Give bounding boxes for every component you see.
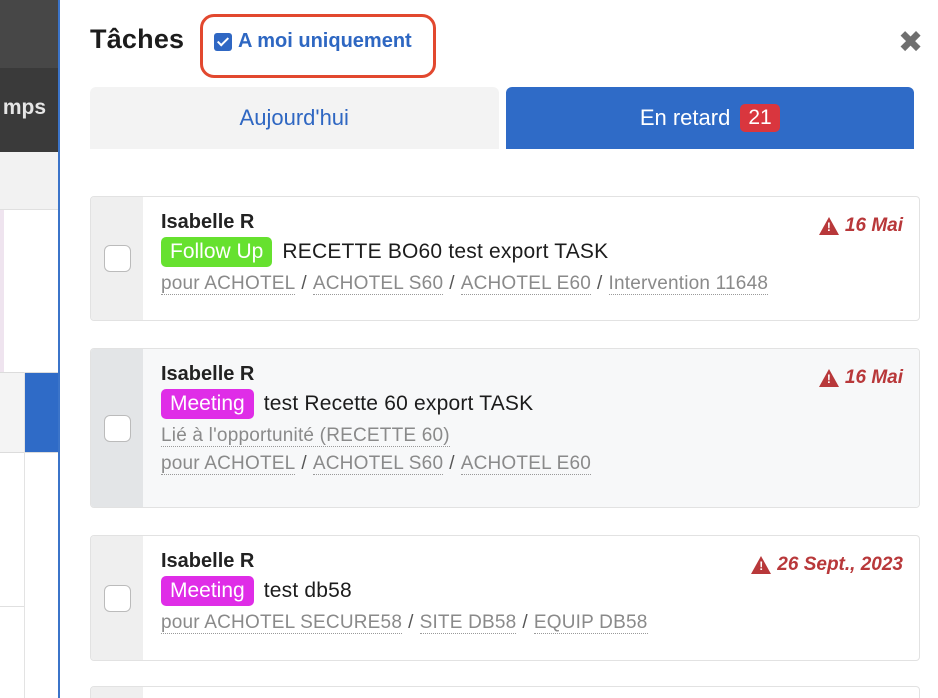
task-type-tag: Meeting <box>161 389 254 419</box>
task-checkbox[interactable] <box>103 414 131 442</box>
tasks-tabs: Aujourd'hui En retard 21 <box>90 87 914 149</box>
panel-title: Tâches <box>90 24 185 54</box>
path-separator: / <box>597 273 603 294</box>
background-navbar[interactable]: mps <box>0 68 60 152</box>
task-path: pour ACHOTEL / ACHOTEL S60/ACHOTEL E60/Int… <box>161 273 903 295</box>
warning-icon <box>818 217 839 235</box>
task-select-area <box>91 197 143 320</box>
path-link[interactable]: ACHOTEL S60 <box>312 273 444 295</box>
path-link[interactable]: pour ACHOTEL SECURE58 <box>161 612 403 634</box>
task-title[interactable]: test db58 <box>264 579 352 603</box>
task-checkbox[interactable] <box>103 245 131 272</box>
background-app: mps <box>0 0 60 698</box>
only-mine-label[interactable]: A moi uniquement <box>238 30 412 53</box>
task-assignee: Isabelle R <box>161 211 255 233</box>
background-nav-label: mps <box>2 96 46 119</box>
task-assignee: Isabelle R <box>161 363 255 385</box>
task-path: pour ACHOTEL SECURE58/SITE DB58/EQUIP DB… <box>161 612 903 634</box>
task-due-date: 26 Sept., 2023 <box>751 554 903 576</box>
close-icon[interactable]: ✖ <box>898 28 923 58</box>
task-select-area <box>91 349 143 507</box>
task-content[interactable]: Isabelle R 16 Mai Follow Up RECETTE BO60… <box>143 197 919 320</box>
background-divider <box>0 452 60 453</box>
task-title[interactable]: test Recette 60 export TASK <box>264 392 534 416</box>
path-separator: / <box>449 453 455 474</box>
task-title-line: Follow Up RECETTE BO60 test export TASK <box>161 237 903 267</box>
path-link[interactable]: pour ACHOTEL <box>161 453 296 475</box>
task-select-area <box>91 687 143 698</box>
task-due-date: 16 Mai <box>818 367 903 389</box>
path-link[interactable]: ACHOTEL S60 <box>312 453 444 475</box>
background-divider <box>0 372 60 373</box>
path-link[interactable]: Intervention 11648 <box>608 273 769 295</box>
path-separator: / <box>522 612 528 633</box>
task-title-line: Meeting test db58 <box>161 576 903 606</box>
path-separator: / <box>449 273 455 294</box>
warning-icon <box>751 556 772 574</box>
task-card: Isabelle R 26 Sept., 2023 Meeting test d… <box>90 535 920 661</box>
task-type-tag: Meeting <box>161 576 254 606</box>
tab-overdue-label: En retard <box>639 105 731 130</box>
task-path: pour ACHOTEL / ACHOTEL S60/ACHOTEL E60 <box>161 453 903 475</box>
overdue-count-badge: 21 <box>740 104 780 132</box>
task-title-line: Meeting test Recette 60 export TASK <box>161 389 903 419</box>
task-due-date: 16 Mai <box>818 215 903 237</box>
tasks-panel: Tâches A moi uniquement ✖ Aujourd'hui En… <box>58 0 938 698</box>
path-separator: / <box>301 453 307 474</box>
task-card: Isabelle R 16 Mai Follow Up RECETTE BO60… <box>90 196 920 321</box>
opportunity-link[interactable]: Lié à l'opportunité (RECETTE 60) <box>161 425 450 447</box>
task-card: Isabelle R 16 Mai Meeting test Recette 6… <box>90 348 920 508</box>
warning-icon <box>818 369 839 387</box>
task-checkbox[interactable] <box>103 584 131 612</box>
task-card <box>90 686 920 698</box>
background-divider <box>24 372 25 698</box>
task-select-area <box>91 536 143 660</box>
task-due-date-text: 16 Mai <box>844 367 903 388</box>
checkbox-checked-icon[interactable] <box>214 32 232 51</box>
path-link[interactable]: ACHOTEL E60 <box>460 453 592 475</box>
path-link[interactable]: pour ACHOTEL <box>161 273 296 295</box>
task-content[interactable]: Isabelle R 16 Mai Meeting test Recette 6… <box>143 349 919 507</box>
background-cell <box>0 373 24 452</box>
path-separator: / <box>301 273 307 294</box>
path-separator: / <box>408 612 414 633</box>
task-due-date-text: 26 Sept., 2023 <box>777 554 903 575</box>
background-row <box>0 152 60 210</box>
path-link[interactable]: SITE DB58 <box>419 612 517 634</box>
path-link[interactable]: ACHOTEL E60 <box>460 273 592 295</box>
tab-overdue[interactable]: En retard 21 <box>505 87 914 149</box>
background-topbar <box>0 0 60 68</box>
background-selected-cell[interactable] <box>24 372 60 452</box>
task-content[interactable]: Isabelle R 26 Sept., 2023 Meeting test d… <box>143 536 919 660</box>
tab-today[interactable]: Aujourd'hui <box>90 87 499 149</box>
task-type-tag: Follow Up <box>161 237 273 267</box>
only-mine-filter[interactable]: A moi uniquement <box>214 30 412 53</box>
task-due-date-text: 16 Mai <box>844 215 903 236</box>
background-divider <box>0 606 24 607</box>
path-link[interactable]: EQUIP DB58 <box>533 612 648 634</box>
task-linked-opportunity: Lié à l'opportunité (RECETTE 60) <box>161 425 903 447</box>
task-title[interactable]: RECETTE BO60 test export TASK <box>282 240 608 264</box>
background-accent-strip <box>0 210 4 372</box>
tab-today-label: Aujourd'hui <box>239 105 349 130</box>
